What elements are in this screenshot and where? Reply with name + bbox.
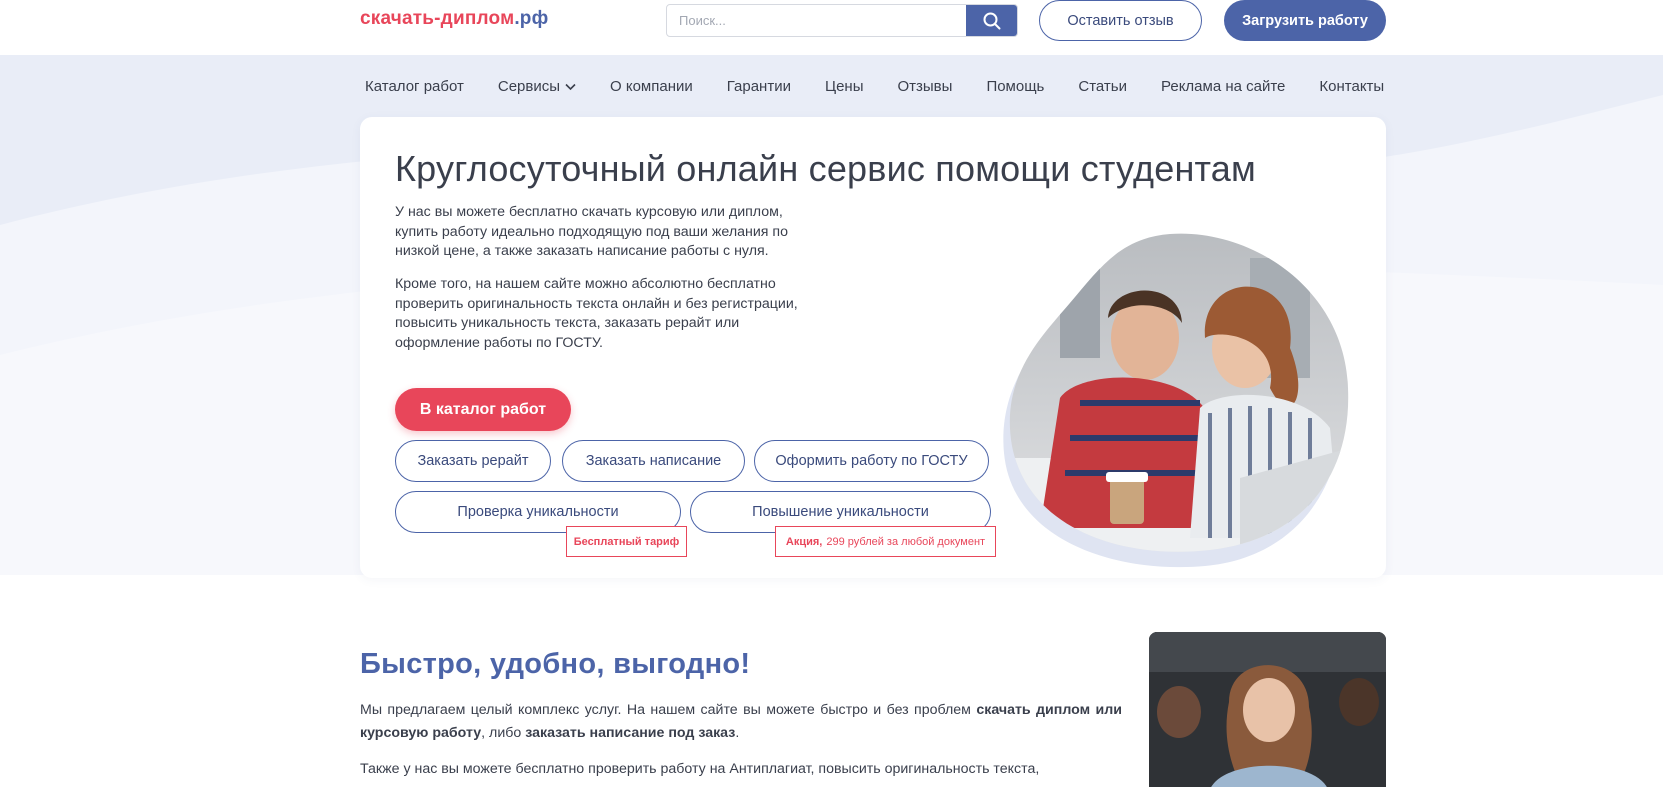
nav-item-label: Сервисы — [497, 77, 561, 95]
nav-item-advertising[interactable]: Реклама на сайте — [1161, 74, 1285, 98]
gost-formatting-button[interactable]: Оформить работу по ГОСТУ — [754, 440, 989, 482]
section-paragraph-1: Мы предлагаем целый комплекс услуг. На н… — [360, 699, 1122, 745]
main-nav: Каталог работ Сервисы О компании Гаранти… — [365, 74, 1384, 98]
catalog-button[interactable]: В каталог работ — [395, 388, 571, 431]
section-text: Мы предлагаем целый комплекс услуг. На н… — [360, 702, 977, 718]
nav-item-contacts[interactable]: Контакты — [1319, 74, 1384, 98]
student-photo — [1149, 632, 1386, 787]
hero-paragraph-2: Кроме того, на нашем сайте можно абсолют… — [395, 276, 798, 351]
section-link-order: заказать написание под заказ — [525, 725, 736, 741]
nav-item-guarantees[interactable]: Гарантии — [727, 74, 791, 98]
nav-item-label: Каталог работ — [365, 77, 464, 95]
nav-item-prices[interactable]: Цены — [825, 74, 864, 98]
free-plan-badge: Бесплатный тариф — [566, 526, 687, 557]
section-paragraph-2: Также у нас вы можете бесплатно проверит… — [360, 761, 1040, 777]
hero-paragraph-1: У нас вы можете бесплатно скачать курсов… — [395, 204, 788, 259]
logo-text-domain: .рф — [514, 8, 549, 29]
site-logo[interactable]: скачать-диплом.рф — [360, 8, 548, 30]
section-text: , либо — [481, 725, 526, 741]
nav-item-label: Помощь — [986, 77, 1045, 95]
order-writing-button[interactable]: Заказать написание — [562, 440, 745, 482]
nav-item-label: Цены — [824, 77, 864, 95]
nav-item-label: Реклама на сайте — [1161, 77, 1286, 95]
nav-item-about[interactable]: О компании — [610, 74, 693, 98]
upload-work-button[interactable]: Загрузить работу — [1224, 0, 1386, 41]
promo-badge-bold: Акция, — [785, 535, 823, 548]
search-input[interactable] — [667, 5, 967, 36]
nav-item-label: Отзывы — [897, 77, 953, 95]
site-header: скачать-диплом.рф Оставить отзыв Загрузи… — [0, 0, 1663, 55]
nav-item-label: Статьи — [1078, 77, 1127, 95]
nav-item-help[interactable]: Помощь — [986, 74, 1044, 98]
nav-item-label: Гарантии — [726, 77, 791, 95]
nav-item-catalog[interactable]: Каталог работ — [365, 74, 464, 98]
nav-item-reviews[interactable]: Отзывы — [897, 74, 952, 98]
logo-text-main: скачать-диплом — [360, 8, 515, 29]
chevron-down-icon — [565, 78, 576, 95]
section-text: . — [735, 725, 740, 741]
search-icon — [983, 12, 1000, 29]
leave-review-button[interactable]: Оставить отзыв — [1039, 0, 1202, 41]
nav-item-articles[interactable]: Статьи — [1078, 74, 1127, 98]
hero-title: Круглосуточный онлайн сервис помощи студ… — [395, 148, 1256, 189]
promo-badge-text: 299 рублей за любой документ — [826, 535, 986, 548]
nav-item-label: Контакты — [1319, 77, 1385, 95]
section-title: Быстро, удобно, выгодно! — [360, 648, 751, 680]
search-button[interactable] — [966, 5, 1017, 36]
nav-item-label: О компании — [610, 77, 693, 95]
hero-students-photo — [1000, 228, 1360, 572]
search-box — [666, 4, 1018, 37]
promo-badge: Акция, 299 рублей за любой документ — [775, 526, 996, 557]
nav-item-services[interactable]: Сервисы — [498, 74, 576, 98]
order-rewrite-button[interactable]: Заказать рерайт — [395, 440, 551, 482]
